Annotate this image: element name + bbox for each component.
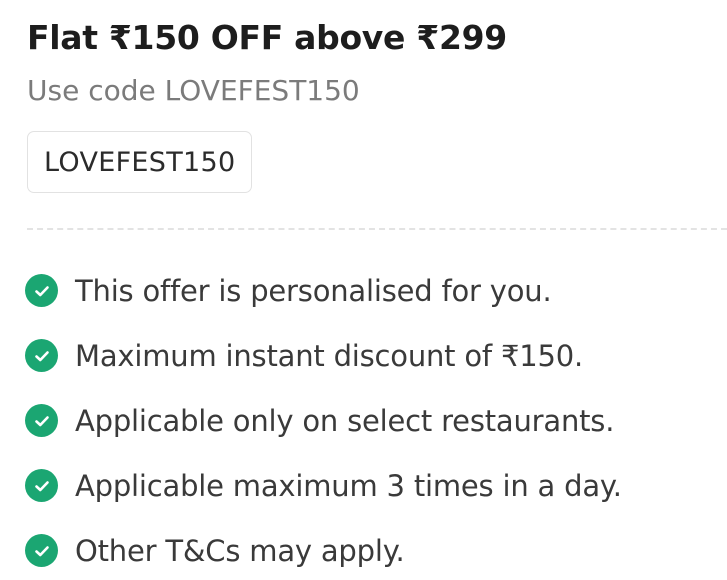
coupon-code-chip[interactable]: LOVEFEST150: [27, 131, 253, 193]
terms-list: This offer is personalised for you. Maxi…: [25, 258, 622, 580]
check-circle-icon: [25, 534, 58, 567]
check-circle-icon: [25, 274, 58, 307]
terms-list-item: This offer is personalised for you.: [25, 258, 622, 323]
terms-list-item: Applicable maximum 3 times in a day.: [25, 453, 622, 518]
check-circle-icon: [25, 469, 58, 502]
offer-subtitle: Use code LOVEFEST150: [27, 74, 360, 107]
dashed-divider: [27, 228, 727, 230]
terms-item-text: Other T&Cs may apply.: [75, 533, 405, 568]
terms-item-text: Applicable maximum 3 times in a day.: [75, 468, 622, 503]
terms-item-text: Maximum instant discount of ₹150.: [75, 338, 583, 373]
terms-item-text: Applicable only on select restaurants.: [75, 403, 615, 438]
terms-list-item: Maximum instant discount of ₹150.: [25, 323, 622, 388]
terms-list-item: Applicable only on select restaurants.: [25, 388, 622, 453]
check-circle-icon: [25, 404, 58, 437]
offer-details-panel: Flat ₹150 OFF above ₹299 Use code LOVEFE…: [0, 0, 727, 580]
check-circle-icon: [25, 339, 58, 372]
offer-title: Flat ₹150 OFF above ₹299: [27, 18, 507, 57]
terms-list-item: Other T&Cs may apply.: [25, 518, 622, 580]
terms-item-text: This offer is personalised for you.: [75, 273, 552, 308]
